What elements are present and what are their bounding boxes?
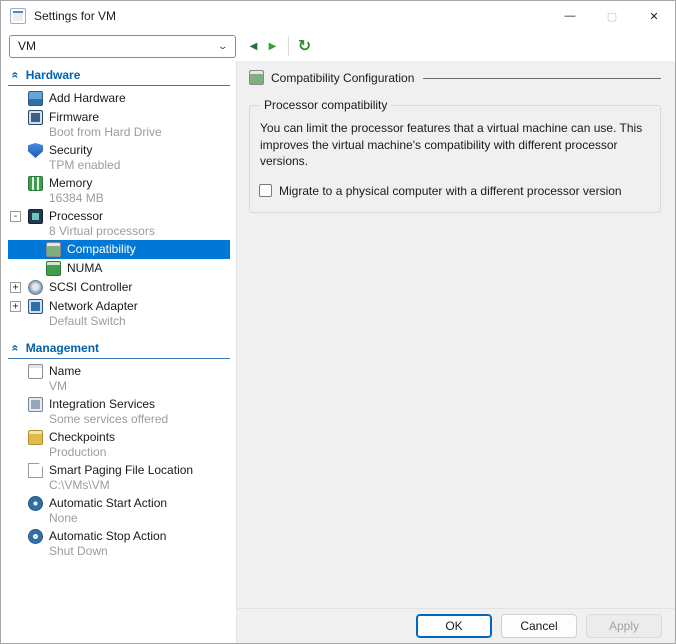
scsi-controller-icon xyxy=(28,280,43,295)
sidebar-item-checkpoints[interactable]: Checkpoints Production xyxy=(8,428,230,461)
main-content: Compatibility Configuration Processor co… xyxy=(237,61,675,608)
settings-window: Settings for VM — ▢ ✕ VM ⌄ ◀ ▶ ↻ « Hardw… xyxy=(0,0,676,644)
window-title: Settings for VM xyxy=(34,9,116,23)
navigate-forward-button[interactable]: ▶ xyxy=(263,35,282,57)
groupbox-title: Processor compatibility xyxy=(260,98,391,112)
firmware-icon xyxy=(28,110,43,125)
dialog-body: « Hardware Add Hardware Firmware Boot fr… xyxy=(1,61,675,643)
name-icon xyxy=(28,364,43,379)
toolbar-separator xyxy=(288,36,289,56)
integration-services-icon xyxy=(28,397,43,412)
sidebar-item-add-hardware[interactable]: Add Hardware xyxy=(8,89,230,108)
sidebar-item-smart-paging-file-location[interactable]: Smart Paging File Location C:\VMs\VM xyxy=(8,461,230,494)
sidebar-item-scsi-controller[interactable]: + SCSI Controller xyxy=(8,278,230,297)
navigate-back-button[interactable]: ◀ xyxy=(244,35,263,57)
toolbar: VM ⌄ ◀ ▶ ↻ xyxy=(1,31,675,61)
sidebar-item-security[interactable]: Security TPM enabled xyxy=(8,141,230,174)
chevron-down-icon: ⌄ xyxy=(218,41,229,52)
numa-icon xyxy=(46,261,61,276)
migrate-checkbox-label: Migrate to a physical computer with a di… xyxy=(279,184,622,198)
collapse-section-icon: « xyxy=(8,72,22,79)
hyperv-settings-icon xyxy=(10,8,26,24)
processor-icon xyxy=(28,209,43,224)
sidebar-item-automatic-stop-action[interactable]: Automatic Stop Action Shut Down xyxy=(8,527,230,560)
page-title: Compatibility Configuration xyxy=(271,71,414,85)
refresh-icon: ↻ xyxy=(298,36,311,56)
security-shield-icon xyxy=(28,143,43,158)
forward-arrow-icon: ▶ xyxy=(269,41,277,52)
collapse-section-icon: « xyxy=(8,345,22,352)
checkpoints-icon xyxy=(28,430,43,445)
section-label: Hardware xyxy=(26,68,81,82)
vm-selector[interactable]: VM ⌄ xyxy=(9,35,236,58)
add-hardware-icon xyxy=(28,91,43,106)
network-adapter-icon xyxy=(28,299,43,314)
maximize-button: ▢ xyxy=(591,1,633,31)
main-panel: Compatibility Configuration Processor co… xyxy=(236,61,675,643)
sidebar-section-hardware[interactable]: « Hardware xyxy=(8,66,230,86)
sidebar-section-management[interactable]: « Management xyxy=(8,339,230,359)
minimize-button[interactable]: — xyxy=(549,1,591,31)
memory-icon xyxy=(28,176,43,191)
section-label: Management xyxy=(26,341,99,355)
stop-action-icon xyxy=(28,529,43,544)
sidebar-item-compatibility[interactable]: Compatibility xyxy=(8,240,230,259)
sidebar-item-integration-services[interactable]: Integration Services Some services offer… xyxy=(8,395,230,428)
compatibility-page-icon xyxy=(249,70,264,85)
ok-button[interactable]: OK xyxy=(416,614,492,638)
sidebar-item-numa[interactable]: NUMA xyxy=(8,259,230,278)
vm-selector-value: VM xyxy=(18,39,36,53)
sidebar-item-name[interactable]: Name VM xyxy=(8,362,230,395)
migrate-checkbox-row[interactable]: Migrate to a physical computer with a di… xyxy=(259,184,650,198)
scsi-expand-expander[interactable]: + xyxy=(10,282,21,293)
migrate-checkbox[interactable] xyxy=(259,184,272,197)
sidebar-tree: « Hardware Add Hardware Firmware Boot fr… xyxy=(1,61,236,643)
refresh-button[interactable]: ↻ xyxy=(295,35,314,57)
sidebar-item-processor[interactable]: - Processor 8 Virtual processors xyxy=(8,207,230,240)
sidebar-item-memory[interactable]: Memory 16384 MB xyxy=(8,174,230,207)
processor-compatibility-group: Processor compatibility You can limit th… xyxy=(249,98,661,213)
sidebar-item-firmware[interactable]: Firmware Boot from Hard Drive xyxy=(8,108,230,141)
titlebar: Settings for VM — ▢ ✕ xyxy=(1,1,675,31)
apply-button[interactable]: Apply xyxy=(586,614,662,638)
compatibility-icon xyxy=(46,242,61,257)
close-button[interactable]: ✕ xyxy=(633,1,675,31)
header-rule xyxy=(423,78,661,79)
sidebar-item-network-adapter[interactable]: + Network Adapter Default Switch xyxy=(8,297,230,330)
processor-collapse-expander[interactable]: - xyxy=(10,211,21,222)
dialog-footer: OK Cancel Apply xyxy=(237,608,675,643)
start-action-icon xyxy=(28,496,43,511)
smart-paging-icon xyxy=(28,463,43,478)
sidebar-item-automatic-start-action[interactable]: Automatic Start Action None xyxy=(8,494,230,527)
page-title-row: Compatibility Configuration xyxy=(249,70,661,85)
window-controls: — ▢ ✕ xyxy=(549,1,675,31)
description-text: You can limit the processor features tha… xyxy=(260,120,649,170)
back-arrow-icon: ◀ xyxy=(250,41,258,52)
cancel-button[interactable]: Cancel xyxy=(501,614,577,638)
network-expand-expander[interactable]: + xyxy=(10,301,21,312)
